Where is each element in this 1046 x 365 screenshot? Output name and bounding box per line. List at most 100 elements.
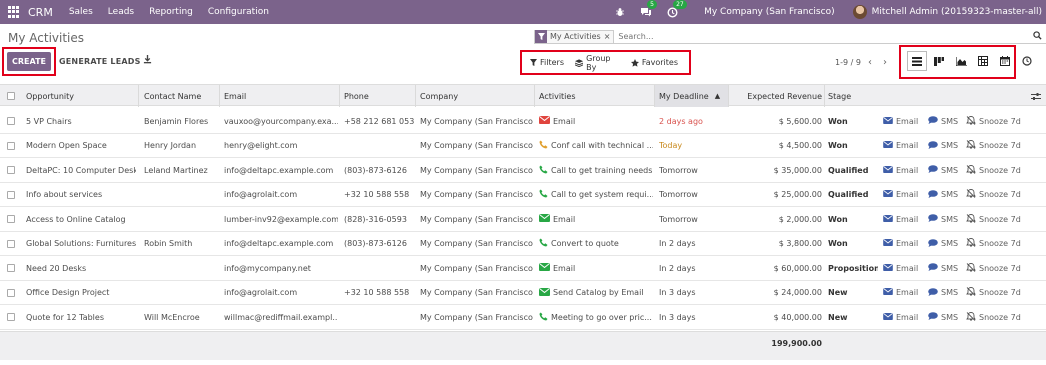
chat-bubble-icon xyxy=(928,116,938,126)
cell-activity[interactable]: Meeting to go over pric... xyxy=(539,305,653,329)
sms-action-button[interactable]: SMS xyxy=(928,281,958,305)
facet-remove-icon[interactable]: × xyxy=(604,32,614,41)
column-activities[interactable]: Activities xyxy=(539,85,576,107)
row-checkbox[interactable] xyxy=(7,183,15,207)
activity-view-clock-icon[interactable] xyxy=(1022,56,1032,69)
column-email[interactable]: Email xyxy=(224,85,246,107)
table-row[interactable]: Global Solutions: Furnitures Robin Smith… xyxy=(0,232,1046,256)
user-avatar[interactable] xyxy=(852,5,867,19)
snooze-action-button[interactable]: Snooze 7d xyxy=(966,281,1021,305)
favorites-button[interactable]: Favorites xyxy=(630,58,678,67)
sms-action-button[interactable]: SMS xyxy=(928,183,958,207)
generate-leads-button[interactable]: GENERATE LEADS xyxy=(59,57,141,66)
sms-action-button[interactable]: SMS xyxy=(928,305,958,329)
menu-configuration[interactable]: Configuration xyxy=(208,7,269,17)
snooze-action-button[interactable]: Snooze 7d xyxy=(966,305,1021,329)
snooze-action-button[interactable]: Snooze 7d xyxy=(966,232,1021,256)
snooze-action-button[interactable]: Snooze 7d xyxy=(966,256,1021,280)
column-contact-name[interactable]: Contact Name xyxy=(144,85,201,107)
download-icon[interactable] xyxy=(143,55,152,67)
cell-opportunity: Info about services xyxy=(26,190,103,199)
filters-button[interactable]: Filters xyxy=(530,58,564,67)
email-action-button[interactable]: Email xyxy=(883,109,918,133)
email-action-button[interactable]: Email xyxy=(883,158,918,182)
group-by-button[interactable]: Group By xyxy=(574,54,620,72)
search-icon[interactable] xyxy=(1033,31,1042,43)
email-action-button[interactable]: Email xyxy=(883,232,918,256)
row-checkbox[interactable] xyxy=(7,232,15,256)
sms-action-button[interactable]: SMS xyxy=(928,207,958,231)
menu-reporting[interactable]: Reporting xyxy=(149,7,193,17)
column-opportunity[interactable]: Opportunity xyxy=(26,85,74,107)
sms-action-button[interactable]: SMS xyxy=(928,232,958,256)
snooze-action-button[interactable]: Snooze 7d xyxy=(966,134,1021,158)
company-switcher[interactable]: My Company (San Francisco) xyxy=(704,7,834,17)
row-checkbox[interactable] xyxy=(7,305,15,329)
cell-expected-revenue: $ 4,500.00 xyxy=(778,141,822,150)
optional-columns-toggle-icon[interactable] xyxy=(1031,85,1041,107)
cell-activity[interactable]: Conf call with technical ... xyxy=(539,134,653,158)
email-action-button[interactable]: Email xyxy=(883,207,918,231)
table-row[interactable]: Access to Online Catalog lumber-inv92@ex… xyxy=(0,207,1046,232)
search-input[interactable] xyxy=(618,32,919,41)
row-checkbox[interactable] xyxy=(7,256,15,280)
pivot-view-button[interactable] xyxy=(973,51,993,71)
snooze-action-button[interactable]: Snooze 7d xyxy=(966,109,1021,133)
row-checkbox[interactable] xyxy=(7,134,15,158)
column-expected-revenue[interactable]: Expected Revenue xyxy=(733,85,822,107)
table-row[interactable]: Need 20 Desks info@mycompany.net My Comp… xyxy=(0,256,1046,281)
row-checkbox[interactable] xyxy=(7,158,15,182)
cell-activity[interactable]: Email xyxy=(539,256,653,280)
column-phone[interactable]: Phone xyxy=(344,85,369,107)
chat-icon[interactable]: 5 xyxy=(640,0,657,18)
cell-activity[interactable]: Call to get training needs xyxy=(539,158,653,182)
cell-activity[interactable]: Send Catalog by Email xyxy=(539,281,653,305)
sms-action-button[interactable]: SMS xyxy=(928,109,958,133)
app-brand[interactable]: CRM xyxy=(28,6,53,19)
pager-value[interactable]: 1-9 / 9 xyxy=(835,58,861,67)
table-row[interactable]: 5 VP Chairs Benjamin Flores vauxoo@yourc… xyxy=(0,109,1046,134)
user-menu[interactable]: Mitchell Admin (20159323-master-all) xyxy=(872,7,1042,17)
email-action-label: Email xyxy=(896,288,919,297)
row-checkbox[interactable] xyxy=(7,281,15,305)
menu-leads[interactable]: Leads xyxy=(108,7,134,17)
cell-activity[interactable]: Email xyxy=(539,109,653,133)
column-my-deadline[interactable]: My Deadline ▲ xyxy=(655,85,728,107)
table-row[interactable]: Modern Open Space Henry Jordan henry@eli… xyxy=(0,134,1046,158)
email-action-button[interactable]: Email xyxy=(883,281,918,305)
select-all-checkbox[interactable] xyxy=(7,85,15,107)
menu-sales[interactable]: Sales xyxy=(69,7,93,17)
row-checkbox[interactable] xyxy=(7,207,15,231)
row-checkbox[interactable] xyxy=(7,109,15,133)
table-row[interactable]: Quote for 12 Tables Will McEncroe willma… xyxy=(0,305,1046,330)
email-action-button[interactable]: Email xyxy=(883,134,918,158)
pager-next-icon[interactable]: › xyxy=(883,57,887,68)
column-company[interactable]: Company xyxy=(420,85,458,107)
sms-action-button[interactable]: SMS xyxy=(928,158,958,182)
snooze-action-button[interactable]: Snooze 7d xyxy=(966,183,1021,207)
sms-action-button[interactable]: SMS xyxy=(928,256,958,280)
cell-activity[interactable]: Email xyxy=(539,207,653,231)
graph-view-button[interactable] xyxy=(951,51,971,71)
email-action-button[interactable]: Email xyxy=(883,305,918,329)
snooze-action-button[interactable]: Snooze 7d xyxy=(966,158,1021,182)
calendar-view-button[interactable] xyxy=(995,51,1015,71)
cell-activity[interactable]: Convert to quote xyxy=(539,232,653,256)
activity-clock-icon[interactable]: 27 xyxy=(666,0,687,18)
apps-menu-icon[interactable] xyxy=(8,6,20,18)
email-action-label: Email xyxy=(896,190,919,199)
email-action-button[interactable]: Email xyxy=(883,183,918,207)
cell-activity[interactable]: Call to get system requi... xyxy=(539,183,653,207)
debug-bug-icon[interactable] xyxy=(614,6,626,18)
pager-previous-icon[interactable]: ‹ xyxy=(868,57,872,68)
table-row[interactable]: Office Design Project info@agrolait.com … xyxy=(0,281,1046,305)
column-stage[interactable]: Stage xyxy=(828,85,851,107)
create-button[interactable]: CREATE xyxy=(7,52,51,71)
table-row[interactable]: DeltaPC: 10 Computer Desks Leland Martin… xyxy=(0,158,1046,183)
kanban-view-button[interactable] xyxy=(929,51,949,71)
snooze-action-button[interactable]: Snooze 7d xyxy=(966,207,1021,231)
email-action-button[interactable]: Email xyxy=(883,256,918,280)
sms-action-button[interactable]: SMS xyxy=(928,134,958,158)
list-view-button[interactable] xyxy=(907,51,927,71)
table-row[interactable]: Info about services info@agrolait.com +3… xyxy=(0,183,1046,207)
